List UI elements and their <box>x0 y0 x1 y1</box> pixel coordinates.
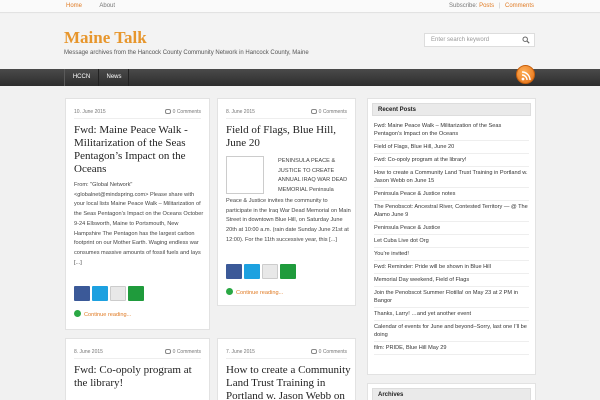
recent-post-link[interactable]: film: PRIDE, Blue Hill May 29 <box>374 342 529 355</box>
recent-post-link[interactable]: Let Cuba Live dot Org <box>374 235 529 248</box>
search-input[interactable]: Enter search keyword <box>424 33 535 47</box>
nav-item-hccn[interactable]: HCCN <box>64 69 99 86</box>
post-excerpt: Peace & Justice invites the community to… <box>226 198 351 243</box>
archives-widget: Archives <box>367 383 536 400</box>
recent-post-link[interactable]: Peninsula Peace & Justice <box>374 222 529 235</box>
recent-post-link[interactable]: You’re invited! <box>374 248 529 261</box>
nav-item-news[interactable]: News <box>100 69 129 86</box>
site-title[interactable]: Maine Talk <box>64 28 147 48</box>
comments-count: 0 Comments <box>172 349 201 355</box>
subscribe-label: Subscribe: <box>449 3 478 9</box>
post-card: 8. June 2015 0 Comments Fwd: Co-opoly pr… <box>65 338 210 400</box>
comment-icon <box>310 349 317 354</box>
facebook-icon[interactable] <box>226 264 242 279</box>
top-menu-about[interactable]: About <box>99 3 115 9</box>
post-excerpt: From: "Global Network" <globalnet@mindsp… <box>74 182 204 266</box>
comments-count: 0 Comments <box>172 109 201 115</box>
divider <box>74 358 201 359</box>
post-thumbnail[interactable] <box>226 156 264 194</box>
post-excerpt-side: PENINSULA PEACE & JUSTICE TO CREATE ANNU… <box>278 158 348 194</box>
post-title[interactable]: Field of Flags, Blue Hill, June 20 <box>226 124 351 150</box>
post-title[interactable]: How to create a Community Land Trust Tra… <box>226 364 354 400</box>
divider <box>74 118 201 119</box>
email-icon[interactable] <box>110 286 126 301</box>
subscribe-posts-link[interactable]: Posts <box>479 3 494 9</box>
facebook-icon[interactable] <box>74 286 90 301</box>
continue-reading-link[interactable]: Continue reading... <box>74 310 131 318</box>
main-nav: HCCN News <box>0 69 600 86</box>
subscribe-comments-link[interactable]: Comments <box>505 3 534 9</box>
twitter-icon[interactable] <box>244 264 260 279</box>
arrow-right-icon <box>74 310 81 317</box>
comment-icon <box>164 349 171 354</box>
recent-posts-list: Fwd: Maine Peace Walk – Militarization o… <box>368 120 535 355</box>
recent-post-link[interactable]: The Penobscot: Ancestral River, Conteste… <box>374 201 529 222</box>
share-icon[interactable] <box>280 264 296 279</box>
recent-post-link[interactable]: Field of Flags, Blue Hill, June 20 <box>374 141 529 154</box>
recent-post-link[interactable]: Memorial Day weekend, Field of Flags <box>374 274 529 287</box>
post-comments-link[interactable]: 0 Comments <box>164 349 201 355</box>
search-icon[interactable] <box>522 36 530 44</box>
post-card: 8. June 2015 0 Comments Field of Flags, … <box>217 98 356 306</box>
post-title[interactable]: Fwd: Co-opoly program at the library! <box>74 364 204 390</box>
archives-title: Archives <box>372 388 531 400</box>
recent-post-link[interactable]: Join the Penobscot Summer Flotilla! on M… <box>374 287 529 308</box>
top-menu: Home About <box>66 3 131 9</box>
post-date: 10. June 2015 <box>74 109 106 115</box>
share-icon[interactable] <box>128 286 144 301</box>
recent-post-link[interactable]: How to create a Community Land Trust Tra… <box>374 167 529 188</box>
subscribe-links: Subscribe: Posts | Comments <box>449 3 534 9</box>
top-menu-home[interactable]: Home <box>66 3 82 9</box>
post-comments-link[interactable]: 0 Comments <box>164 109 201 115</box>
recent-post-link[interactable]: Fwd: Reminder: Pride will be shown in Bl… <box>374 261 529 274</box>
comments-count: 0 Comments <box>318 109 347 115</box>
recent-post-link[interactable]: Fwd: Maine Peace Walk – Militarization o… <box>374 120 529 141</box>
comments-count: 0 Comments <box>318 349 347 355</box>
continue-reading-label: Continue reading... <box>236 290 284 296</box>
divider <box>226 118 347 119</box>
post-date: 8. June 2015 <box>226 109 255 115</box>
search-placeholder: Enter search keyword <box>431 37 490 43</box>
twitter-icon[interactable] <box>92 286 108 301</box>
comment-icon <box>310 109 317 114</box>
share-buttons <box>74 286 146 301</box>
site-description: Message archives from the Hancock County… <box>64 50 309 56</box>
post-date: 7. June 2015 <box>226 349 255 355</box>
top-bar: Home About Subscribe: Posts | Comments <box>0 0 600 13</box>
post-card: 7. June 2015 0 Comments How to create a … <box>217 338 356 400</box>
separator: | <box>498 3 501 9</box>
recent-posts-title: Recent Posts <box>372 103 531 116</box>
post-comments-link[interactable]: 0 Comments <box>310 109 347 115</box>
recent-post-link[interactable]: Thanks, Larry! …and yet another event <box>374 308 529 321</box>
divider <box>226 358 347 359</box>
recent-posts-widget: Recent Posts Fwd: Maine Peace Walk – Mil… <box>367 98 536 375</box>
site-header: Maine Talk Message archives from the Han… <box>0 14 600 69</box>
recent-post-link[interactable]: Peninsula Peace & Justice notes <box>374 188 529 201</box>
post-title[interactable]: Fwd: Maine Peace Walk - Militarization o… <box>74 124 204 176</box>
arrow-right-icon <box>226 288 233 295</box>
post-date: 8. June 2015 <box>74 349 103 355</box>
post-card: 10. June 2015 0 Comments Fwd: Maine Peac… <box>65 98 210 330</box>
share-buttons <box>226 264 298 279</box>
recent-post-link[interactable]: Calendar of events for June and beyond–S… <box>374 321 529 342</box>
recent-post-link[interactable]: Fwd: Co-opoly program at the library! <box>374 154 529 167</box>
rss-icon[interactable] <box>516 65 535 84</box>
continue-reading-link[interactable]: Continue reading... <box>226 288 283 296</box>
post-comments-link[interactable]: 0 Comments <box>310 349 347 355</box>
comment-icon <box>164 109 171 114</box>
rss-glyph <box>521 71 531 81</box>
continue-reading-label: Continue reading... <box>84 312 132 318</box>
email-icon[interactable] <box>262 264 278 279</box>
